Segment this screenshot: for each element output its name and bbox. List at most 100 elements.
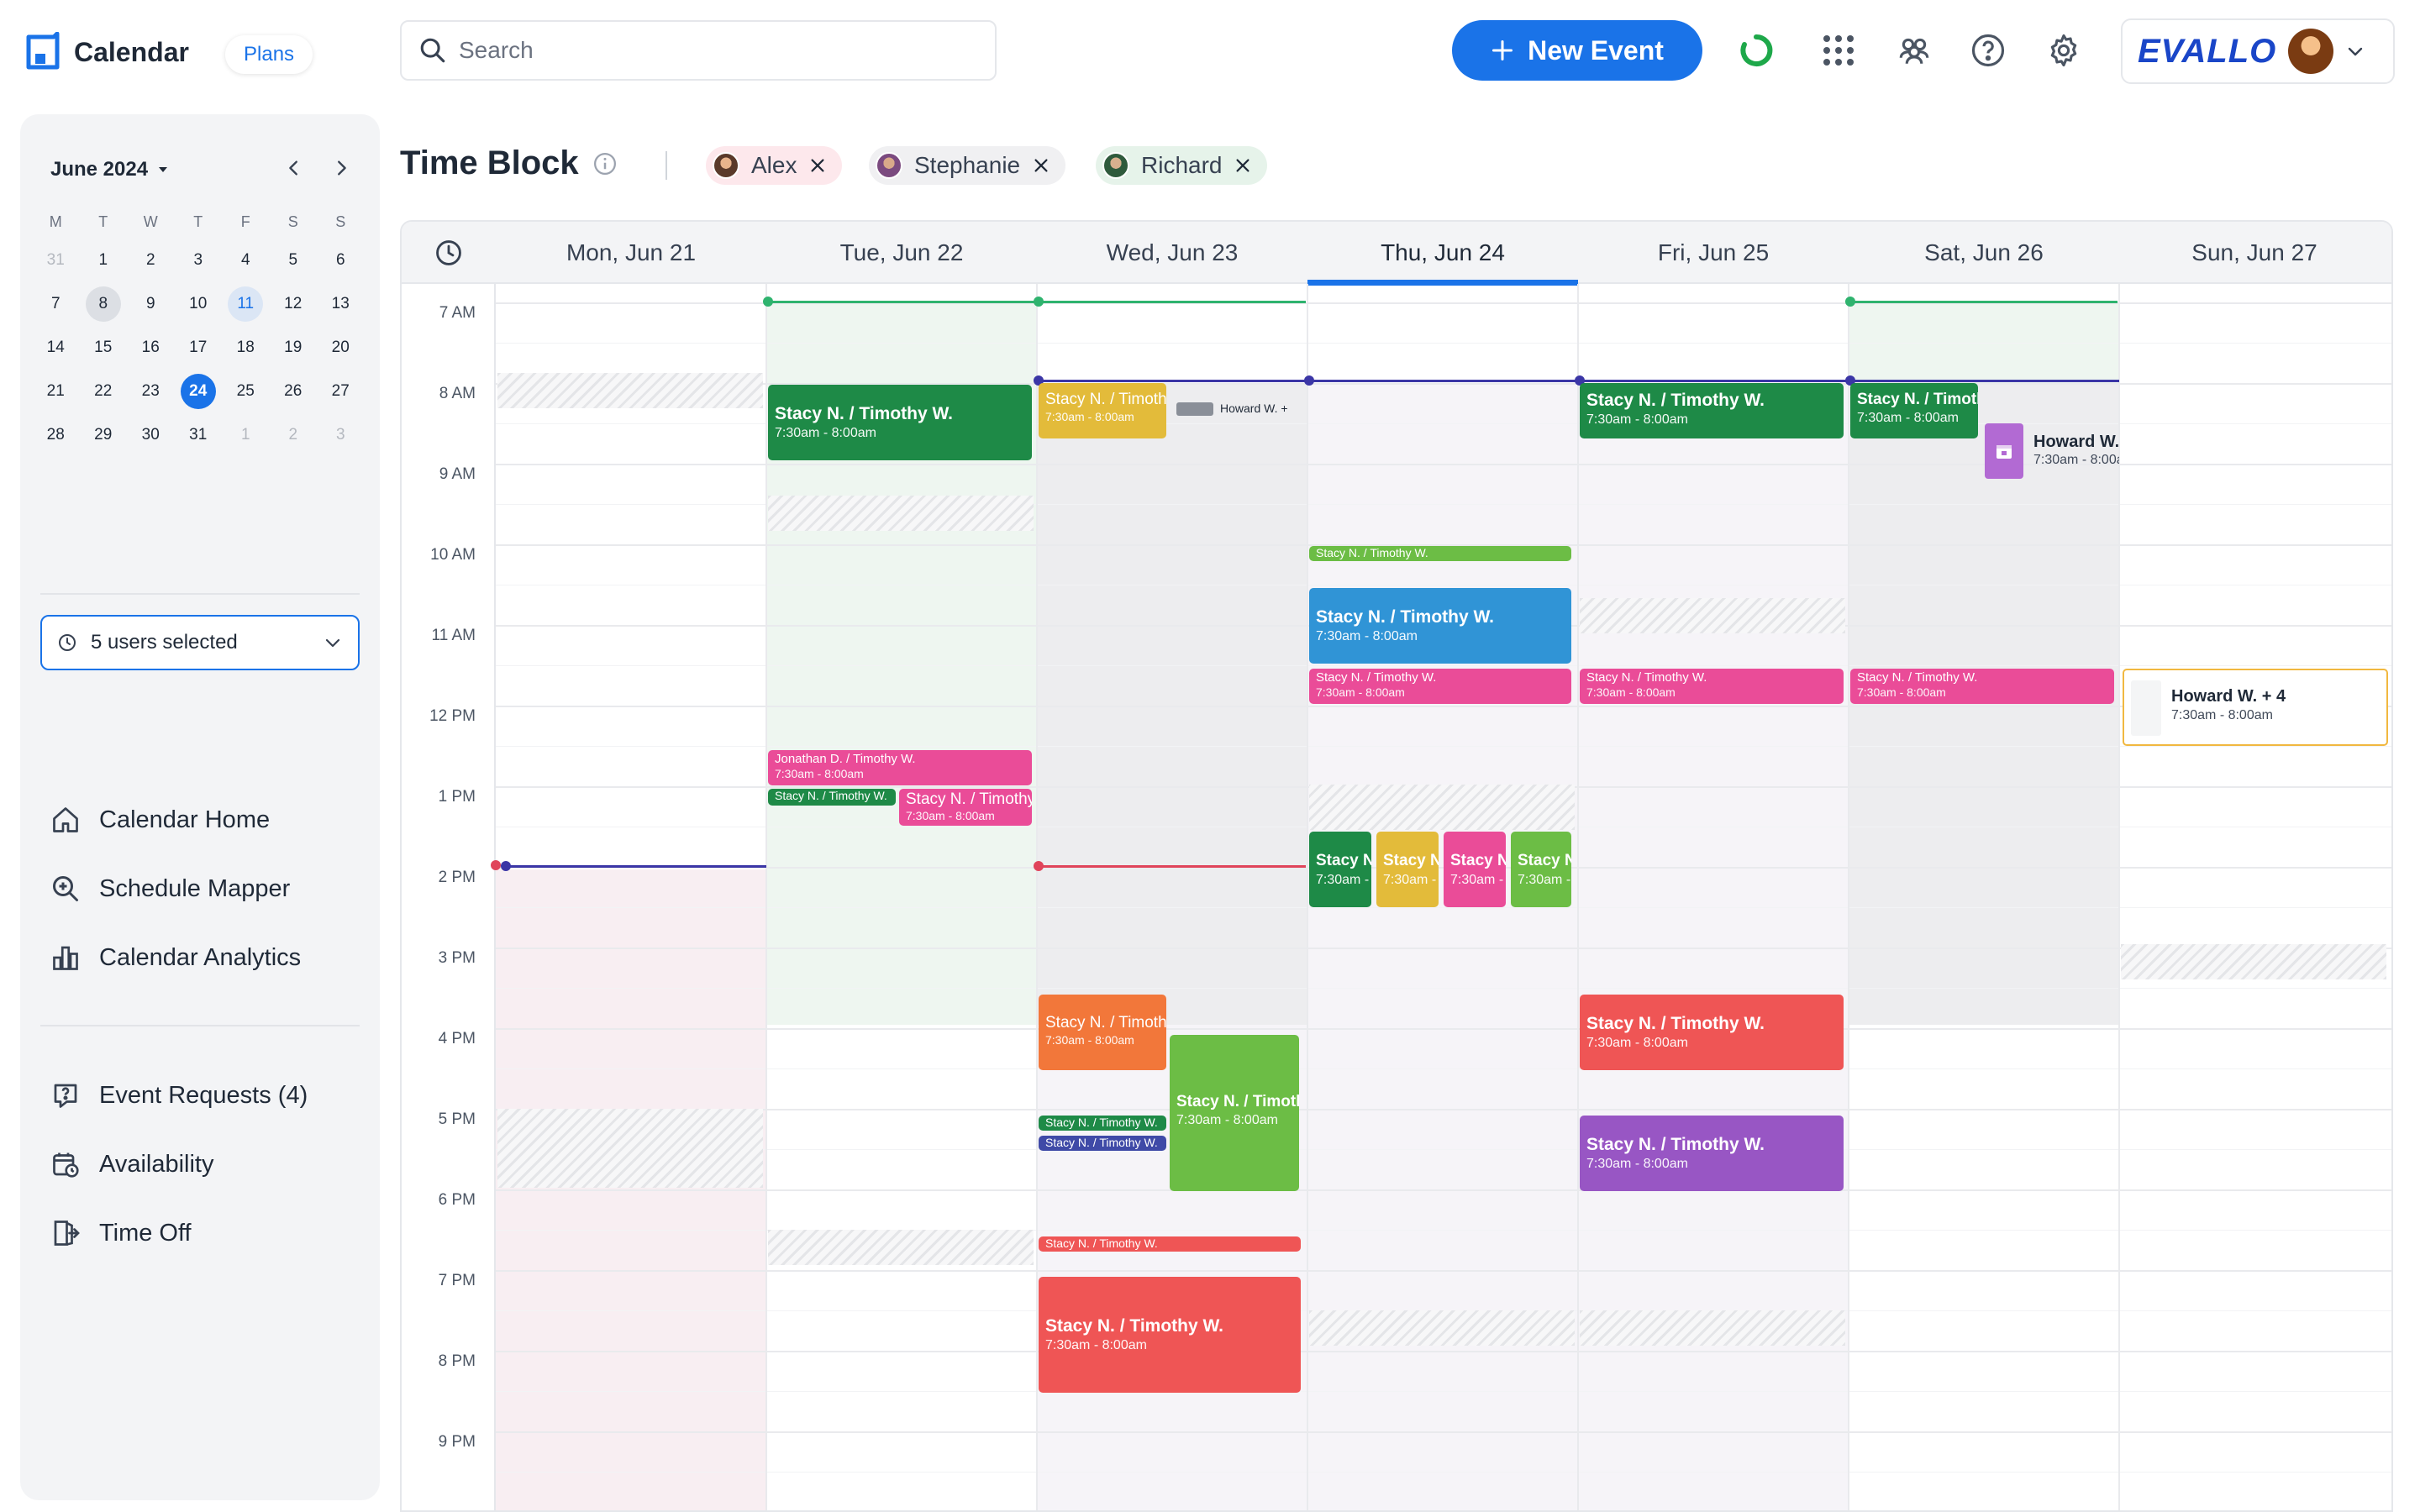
close-icon[interactable]	[808, 156, 827, 175]
event-block[interactable]: Jonathan D. / Timothy W. 7:30am - 8:00am	[768, 750, 1032, 785]
user-chip-richard[interactable]: Richard	[1096, 146, 1268, 185]
mini-day[interactable]: 19	[270, 330, 318, 365]
mini-day[interactable]: 10	[175, 286, 223, 322]
day-header-active[interactable]: Thu, Jun 24	[1307, 222, 1578, 286]
day-header[interactable]: Tue, Jun 22	[766, 222, 1037, 284]
event-block[interactable]: Stacy N. / Timothy W. 7:30am - 8:00am	[1511, 832, 1571, 907]
account-menu[interactable]: EVALLO	[2121, 18, 2395, 84]
team-icon[interactable]	[1896, 32, 1933, 69]
clock-icon	[59, 634, 76, 651]
info-icon[interactable]	[592, 151, 618, 176]
settings-gear-icon[interactable]	[2045, 32, 2082, 69]
mini-day[interactable]: 7	[32, 286, 80, 322]
event-block[interactable]: Stacy N. / Timothy W. 7:30am - 8:00am	[1170, 1035, 1299, 1191]
users-select-dropdown[interactable]: 5 users selected	[40, 615, 360, 670]
event-block[interactable]: Stacy N. / Timothy W. 7:30am - 8:00am	[1039, 1277, 1301, 1393]
mini-day[interactable]: 14	[32, 330, 80, 365]
mini-day[interactable]: 15	[80, 330, 128, 365]
close-icon[interactable]	[1032, 156, 1050, 175]
nav-schedule-mapper[interactable]: Schedule Mapper	[50, 874, 290, 904]
mini-day[interactable]: 23	[127, 374, 175, 409]
prev-month-button[interactable]	[281, 155, 308, 181]
event-block[interactable]: Stacy N. / Timothy W. 7:30am - 8:00am	[768, 385, 1032, 460]
day-header[interactable]: Sun, Jun 27	[2119, 222, 2390, 284]
mini-day[interactable]: 30	[127, 417, 175, 453]
close-icon[interactable]	[1234, 156, 1252, 175]
user-chip-stephanie[interactable]: Stephanie	[869, 146, 1066, 185]
brand[interactable]: Calendar	[25, 32, 189, 72]
mini-day[interactable]: 1	[222, 417, 270, 453]
event-block[interactable]: Stacy N. / Timothy W.	[1039, 1236, 1301, 1252]
mini-day[interactable]: 25	[222, 374, 270, 409]
mini-day[interactable]: 6	[317, 243, 365, 278]
mini-day[interactable]: 4	[222, 243, 270, 278]
new-event-button[interactable]: New Event	[1452, 20, 1702, 81]
event-block[interactable]: Stacy N. / Timothy W. 7:30am - 8:00am	[1580, 1116, 1844, 1191]
mini-day[interactable]: 18	[222, 330, 270, 365]
event-block[interactable]: Howard W. +	[1170, 402, 1304, 420]
nav-event-requests[interactable]: Event Requests (4)	[50, 1080, 308, 1110]
day-header[interactable]: Fri, Jun 25	[1578, 222, 1849, 284]
month-picker[interactable]: June 2024	[50, 158, 170, 181]
event-block[interactable]: Stacy N. / Timothy W. 7:30am - 8:00am	[1309, 669, 1571, 704]
next-month-button[interactable]	[328, 155, 355, 181]
mini-day[interactable]: 31	[32, 243, 80, 278]
day-header[interactable]: Sat, Jun 26	[1849, 222, 2119, 284]
event-block[interactable]: Howard W. + 4 7:30am - 8:00am	[2123, 669, 2388, 746]
mini-day[interactable]: 16	[127, 330, 175, 365]
search-bar[interactable]	[400, 20, 997, 81]
event-block[interactable]: Stacy N. / Timothy W. 7:30am - 8:00am	[1039, 995, 1166, 1070]
event-block[interactable]: Stacy N. / Timothy W. 7:30am - 8:00am	[1850, 669, 2114, 704]
hour-label: 7 PM	[438, 1272, 476, 1289]
day-header[interactable]: Wed, Jun 23	[1037, 222, 1307, 284]
mini-day[interactable]: 13	[317, 286, 365, 322]
day-header[interactable]: Mon, Jun 21	[496, 222, 766, 284]
event-block[interactable]: Stacy N. / Timothy W. 7:30am - 8:00am	[899, 789, 1032, 826]
mini-day[interactable]: 28	[32, 417, 80, 453]
mini-day[interactable]: 21	[32, 374, 80, 409]
mini-day[interactable]: 2	[270, 417, 318, 453]
mini-day[interactable]: 2	[127, 243, 175, 278]
event-block[interactable]: Stacy N. / Timothy W. 7:30am - 8:00am	[1444, 832, 1506, 907]
mini-day[interactable]: 3	[175, 243, 223, 278]
event-block[interactable]: Stacy N. / Timothy W. 7:30am - 8:00am	[1309, 832, 1371, 907]
event-block[interactable]: Stacy N. / Timothy W. 7:30am - 8:00am	[1376, 832, 1439, 907]
mini-day[interactable]: 22	[80, 374, 128, 409]
mini-day[interactable]: 8	[80, 286, 128, 322]
mini-day[interactable]: 1	[80, 243, 128, 278]
event-block[interactable]: Howard W. 7:30am - 8:00am	[2027, 423, 2119, 479]
search-input[interactable]	[459, 37, 963, 64]
event-block[interactable]: Stacy N. / Timothy W.	[768, 789, 896, 806]
mini-day[interactable]: 9	[127, 286, 175, 322]
nav-calendar-home[interactable]: Calendar Home	[50, 805, 270, 835]
help-icon[interactable]	[1970, 32, 2007, 69]
plans-badge[interactable]: Plans	[225, 35, 313, 74]
mini-day[interactable]: 27	[317, 374, 365, 409]
event-block[interactable]: Stacy N. / Timothy W.	[1039, 1116, 1166, 1131]
event-block[interactable]: Stacy N. / Timothy W. 7:30am - 8:00am	[1580, 995, 1844, 1070]
nav-calendar-analytics[interactable]: Calendar Analytics	[50, 942, 301, 973]
mini-day[interactable]: 11	[222, 286, 270, 322]
sync-icon[interactable]	[1738, 32, 1775, 69]
calendar-grid[interactable]: Stacy N. / Timothy W. 7:30am - 8:00am Jo…	[491, 284, 2391, 1510]
mini-day[interactable]: 12	[270, 286, 318, 322]
apps-grid-icon[interactable]	[1820, 32, 1857, 69]
mini-day[interactable]: 31	[175, 417, 223, 453]
mini-day[interactable]: 3	[317, 417, 365, 453]
user-chip-alex[interactable]: Alex	[706, 146, 843, 185]
mini-day[interactable]: 5	[270, 243, 318, 278]
nav-time-off[interactable]: Time Off	[50, 1218, 192, 1248]
event-block[interactable]: Stacy N. / Timothy W. 7:30am - 8:00am	[1580, 383, 1844, 438]
event-block[interactable]: Stacy N. / Timothy W.	[1309, 546, 1571, 561]
nav-availability[interactable]: Availability	[50, 1149, 213, 1179]
event-block[interactable]: Stacy N. / Timothy W.	[1039, 1136, 1166, 1151]
mini-day[interactable]: 29	[80, 417, 128, 453]
mini-day[interactable]: 17	[175, 330, 223, 365]
mini-day-today[interactable]: 24	[175, 374, 223, 409]
event-block[interactable]: Stacy N. / Timothy W. 7:30am - 8:00am	[1850, 383, 1978, 438]
event-block[interactable]: Stacy N. / Timothy W. 7:30am - 8:00am	[1580, 669, 1844, 704]
event-block[interactable]: Stacy N. / Timothy W. 7:30am - 8:00am	[1309, 588, 1571, 664]
event-block[interactable]: Stacy N. / Timothy W. 7:30am - 8:00am	[1039, 383, 1166, 438]
mini-day[interactable]: 26	[270, 374, 318, 409]
mini-day[interactable]: 20	[317, 330, 365, 365]
